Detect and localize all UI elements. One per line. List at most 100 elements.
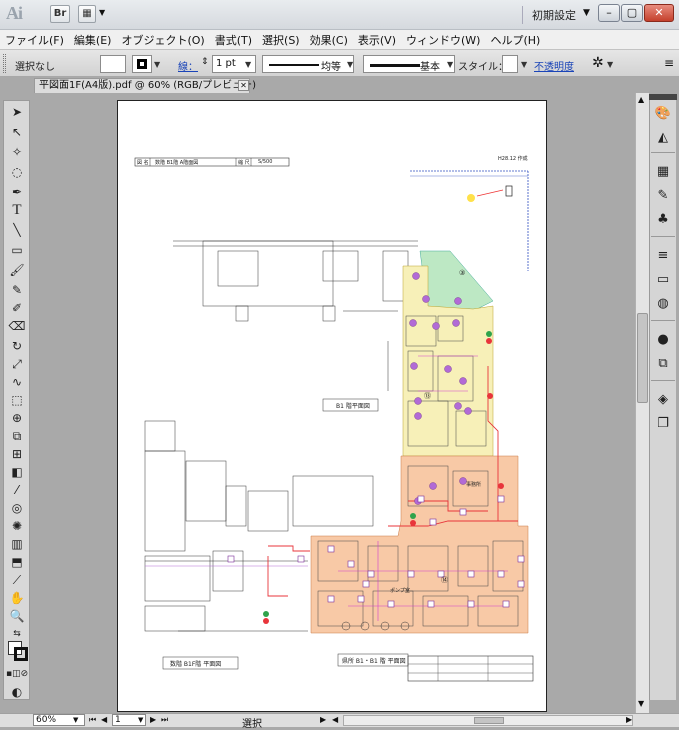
vertical-scrollbar[interactable]: ▲ ▼ xyxy=(635,93,649,713)
drawing-legend-note: 事務所 xyxy=(466,482,482,488)
opacity-link[interactable]: 不透明度 xyxy=(534,58,574,73)
color-panel-icon[interactable]: 🎨 xyxy=(653,104,673,124)
chevron-down-icon[interactable]: ▼ xyxy=(521,60,527,69)
menu-file[interactable]: ファイル(F) xyxy=(0,32,69,48)
brush-definition[interactable]: 基本 xyxy=(363,55,455,73)
close-icon[interactable]: ✕ xyxy=(238,80,249,91)
chevron-down-icon[interactable]: ▼ xyxy=(99,8,105,17)
stepper-icon[interactable]: ⇕ xyxy=(201,57,209,67)
fill-swatch[interactable] xyxy=(100,55,126,73)
chevron-down-icon[interactable]: ▼ xyxy=(583,8,590,18)
symbol-sprayer-tool-icon[interactable]: ✺ xyxy=(6,517,28,535)
rotate-tool-icon[interactable]: ↻ xyxy=(6,337,28,355)
hand-tool-icon[interactable]: ✋ xyxy=(6,589,28,607)
style-swatch[interactable] xyxy=(502,55,518,73)
pencil-tool-icon[interactable]: ✎ xyxy=(6,281,28,299)
scroll-right-icon[interactable]: ▶ xyxy=(626,715,632,724)
artboard-tool-icon[interactable]: ⬒ xyxy=(6,553,28,571)
chevron-down-icon[interactable]: ▼ xyxy=(347,60,353,69)
eraser-tool-icon[interactable]: ⌫ xyxy=(6,317,28,335)
lasso-tool-icon[interactable]: ◌ xyxy=(6,163,28,181)
scale-tool-icon[interactable]: ⤢ xyxy=(6,355,28,373)
stroke-swatch[interactable] xyxy=(132,55,152,73)
grip-handle[interactable] xyxy=(3,54,6,73)
gradient-panel-icon[interactable]: ▭ xyxy=(653,270,673,290)
graphic-styles-panel-icon[interactable]: ⧉ xyxy=(653,354,673,374)
scroll-down-icon[interactable]: ▼ xyxy=(638,699,644,708)
eyedropper-tool-icon[interactable]: ⁄ xyxy=(6,481,28,499)
free-transform-tool-icon[interactable]: ⬚ xyxy=(6,391,28,409)
brushes-panel-icon[interactable]: ✎ xyxy=(653,186,673,206)
perspective-grid-tool-icon[interactable]: ⧉ xyxy=(6,427,28,445)
menu-type[interactable]: 書式(T) xyxy=(210,32,257,48)
slice-tool-icon[interactable]: ⟋ xyxy=(6,571,28,589)
restore-button[interactable]: ▢ xyxy=(621,4,643,22)
last-page-icon[interactable]: ⏭ xyxy=(161,715,168,725)
status-menu-icon[interactable]: ▶ xyxy=(320,715,326,724)
gradient-tool-icon[interactable]: ◧ xyxy=(6,463,28,481)
chevron-down-icon[interactable]: ▼ xyxy=(447,60,453,69)
scroll-up-icon[interactable]: ▲ xyxy=(638,95,644,104)
profile-label: 均等 xyxy=(321,62,341,73)
chevron-down-icon[interactable]: ▼ xyxy=(73,716,78,724)
blob-brush-tool-icon[interactable]: ✐ xyxy=(6,299,28,317)
menu-edit[interactable]: 編集(E) xyxy=(69,32,117,48)
zoom-tool-icon[interactable]: 🔍 xyxy=(6,607,28,625)
variable-width-profile[interactable]: 均等 xyxy=(262,55,354,73)
type-tool-icon[interactable]: T xyxy=(6,201,28,219)
color-guide-icon[interactable]: ◭ xyxy=(653,128,673,148)
stroke-color-swatch[interactable] xyxy=(14,647,28,661)
draw-mode-icon[interactable]: ◐ xyxy=(6,683,28,701)
shape-builder-tool-icon[interactable]: ⊕ xyxy=(6,409,28,427)
appearance-panel-icon[interactable]: ● xyxy=(653,330,673,350)
menu-view[interactable]: 表示(V) xyxy=(353,32,401,48)
recolor-artwork-icon[interactable]: ✲ xyxy=(592,55,604,71)
arrange-documents-icon[interactable]: ▦ xyxy=(78,5,96,23)
selection-tool-icon[interactable]: ➤ xyxy=(6,103,28,121)
swatches-panel-icon[interactable]: ▦ xyxy=(653,162,673,182)
previous-page-icon[interactable]: ◀ xyxy=(101,715,107,724)
bridge-button[interactable]: Br xyxy=(50,5,70,23)
room-number: ③ xyxy=(459,269,466,277)
layers-panel-icon[interactable]: ◈ xyxy=(653,390,673,410)
magic-wand-tool-icon[interactable]: ✧ xyxy=(6,143,28,161)
artboard[interactable]: 図 名 数階 B1階 A階面図 縮 尺 S/500 H28.12 作成 B1 階… xyxy=(117,100,547,712)
warp-tool-icon[interactable]: ∿ xyxy=(6,373,28,391)
menu-window[interactable]: ウィンドウ(W) xyxy=(401,32,485,48)
color-mode-icon[interactable]: ▪◫⊘ xyxy=(6,665,28,683)
rectangle-tool-icon[interactable]: ▭ xyxy=(6,241,28,259)
menu-select[interactable]: 選択(S) xyxy=(257,32,305,48)
scroll-thumb[interactable] xyxy=(474,717,504,724)
close-button[interactable]: ✕ xyxy=(644,4,674,22)
drawing-date-note: H28.12 作成 xyxy=(498,156,528,162)
scroll-thumb[interactable] xyxy=(637,313,648,403)
chevron-down-icon[interactable]: ▼ xyxy=(607,60,613,69)
pen-tool-icon[interactable]: ✒ xyxy=(6,183,28,201)
paintbrush-tool-icon[interactable]: 🖌 xyxy=(6,261,28,279)
mesh-tool-icon[interactable]: ⊞ xyxy=(6,445,28,463)
column-graph-tool-icon[interactable]: ▥ xyxy=(6,535,28,553)
line-tool-icon[interactable]: ╲ xyxy=(6,221,28,239)
first-page-icon[interactable]: ⏮ xyxy=(89,715,96,725)
stroke-label-link[interactable]: 線： xyxy=(178,58,198,73)
blend-tool-icon[interactable]: ◎ xyxy=(6,499,28,517)
artboards-panel-icon[interactable]: ❐ xyxy=(653,414,673,434)
chevron-down-icon[interactable]: ▼ xyxy=(245,60,251,69)
menu-object[interactable]: オブジェクト(O) xyxy=(116,32,209,48)
document-tab[interactable]: 平図面1F(A4版).pdf @ 60% (RGB/プレビュー) xyxy=(34,78,256,93)
symbols-panel-icon[interactable]: ♣ xyxy=(653,210,673,230)
chevron-down-icon[interactable]: ▼ xyxy=(138,716,143,724)
chevron-down-icon[interactable]: ▼ xyxy=(154,60,160,69)
next-page-icon[interactable]: ▶ xyxy=(150,715,156,724)
menu-effect[interactable]: 効果(C) xyxy=(305,32,353,48)
panel-menu-icon[interactable]: ≡ xyxy=(664,56,674,70)
direct-selection-tool-icon[interactable]: ↖ xyxy=(6,123,28,141)
minimize-button[interactable]: – xyxy=(598,4,620,22)
transparency-panel-icon[interactable]: ◍ xyxy=(653,294,673,314)
horizontal-scrollbar[interactable] xyxy=(343,715,633,726)
stroke-panel-icon[interactable]: ≡ xyxy=(653,246,673,266)
drawing-scale: S/500 xyxy=(258,159,273,165)
scroll-left-icon[interactable]: ◀ xyxy=(332,715,338,724)
menu-help[interactable]: ヘルプ(H) xyxy=(485,32,545,48)
workspace-switcher[interactable]: 初期設定 xyxy=(532,7,576,23)
